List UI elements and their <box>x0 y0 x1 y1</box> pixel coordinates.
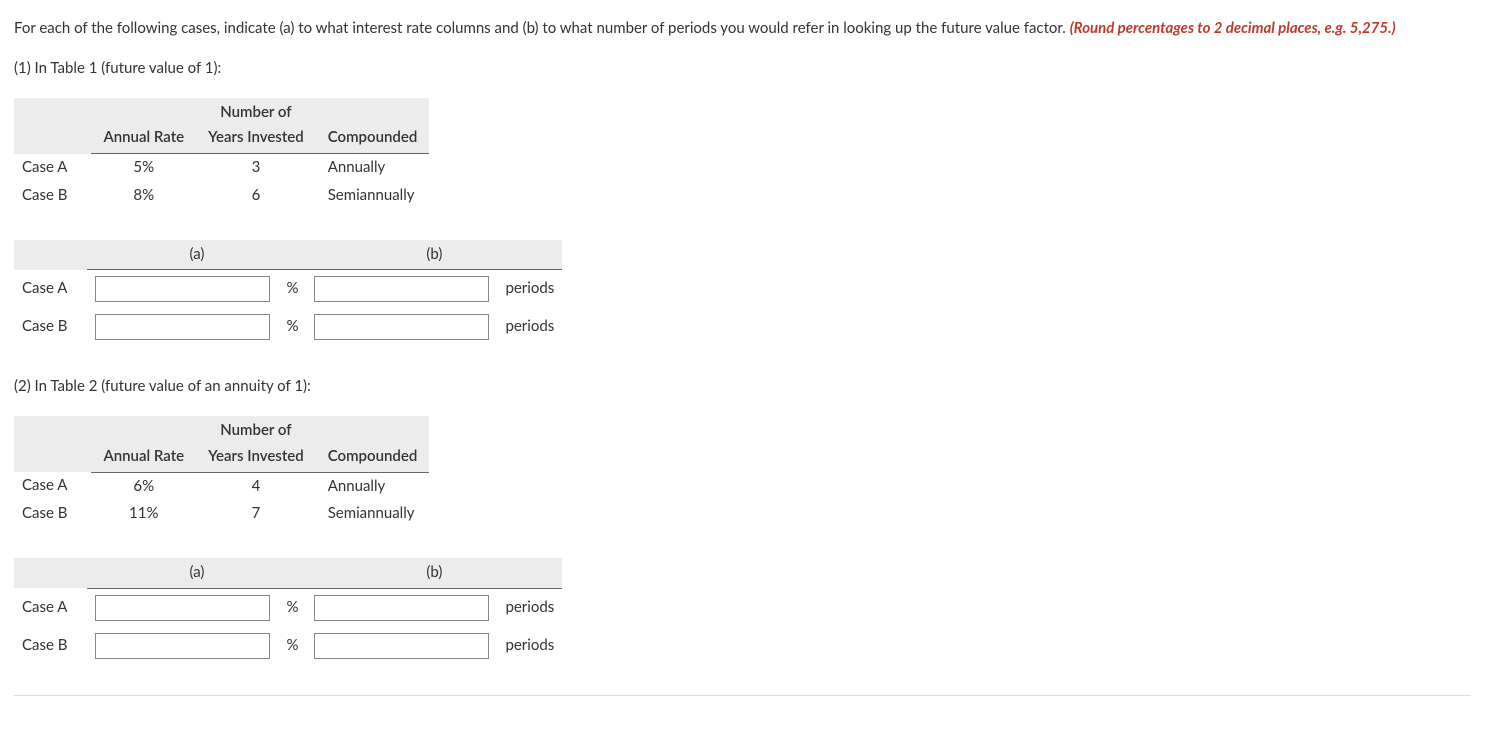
case-label: Case B <box>14 182 91 210</box>
annual-rate-header: Annual Rate <box>91 442 196 472</box>
part2-label-text: (2) In Table 2 (future value of an annui… <box>14 377 311 395</box>
years-cell: 7 <box>196 500 316 528</box>
percent-unit: % <box>278 588 306 627</box>
part1-given-table: Number of Annual Rate Years Invested Com… <box>14 98 429 210</box>
case-label: Case A <box>14 270 87 309</box>
part2-answer-table: (a) (b) Case A % periods Case B % period <box>14 558 562 665</box>
table-row: Case B 11% 7 Semiannually <box>14 500 429 528</box>
periods-input-cell <box>306 308 497 346</box>
years-cell: 6 <box>196 182 316 210</box>
part1-answer-table: (a) (b) Case A % periods Case B % period <box>14 240 562 347</box>
part1-label: (1) In Table 1 (future value of 1): <box>14 58 1471 80</box>
percent-unit: % <box>278 308 306 346</box>
periods-input-cell <box>306 270 497 309</box>
compounded-cell: Semiannually <box>316 182 430 210</box>
case-b-rate-input[interactable] <box>95 633 270 659</box>
blank-header <box>14 240 87 270</box>
case-label: Case A <box>14 588 87 627</box>
compounded-header: Compounded <box>316 442 430 472</box>
rate-input-cell <box>87 308 278 346</box>
compounded-header: Compounded <box>316 123 430 153</box>
case-b-periods-input[interactable] <box>314 314 489 340</box>
compounded-cell: Annually <box>316 154 430 182</box>
rate-cell: 5% <box>91 154 196 182</box>
case-a-rate-input[interactable] <box>95 595 270 621</box>
answer-row: Case B % periods <box>14 308 562 346</box>
answer-row: Case B % periods <box>14 627 562 665</box>
case-a-periods-input[interactable] <box>314 276 489 302</box>
rate-input-cell <box>87 588 278 627</box>
rate-input-cell <box>87 270 278 309</box>
percent-unit: % <box>278 270 306 309</box>
table-row: Case A 6% 4 Annually <box>14 472 429 500</box>
blank-header <box>14 558 87 588</box>
part1-label-text: (1) In Table 1 (future value of 1): <box>14 59 221 77</box>
periods-unit: periods <box>497 588 562 627</box>
percent-unit: % <box>278 627 306 665</box>
blank-header <box>91 98 196 124</box>
number-of-header: Number of <box>196 98 316 124</box>
case-a-rate-input[interactable] <box>95 276 270 302</box>
compounded-cell: Semiannually <box>316 500 430 528</box>
part2-given-table: Number of Annual Rate Years Invested Com… <box>14 416 429 528</box>
instruction-hint: (Round percentages to 2 decimal places, … <box>1070 19 1396 37</box>
annual-rate-header: Annual Rate <box>91 123 196 153</box>
years-invested-header: Years Invested <box>196 442 316 472</box>
case-label: Case B <box>14 627 87 665</box>
case-label: Case A <box>14 154 91 182</box>
col-b-header: (b) <box>306 558 562 588</box>
rate-input-cell <box>87 627 278 665</box>
rate-cell: 8% <box>91 182 196 210</box>
col-b-header: (b) <box>306 240 562 270</box>
periods-unit: periods <box>497 308 562 346</box>
instruction-text: For each of the following cases, indicat… <box>14 18 1471 40</box>
blank-header <box>14 123 91 153</box>
blank-header <box>14 98 91 124</box>
part2-label: (2) In Table 2 (future value of an annui… <box>14 376 1471 398</box>
case-b-rate-input[interactable] <box>95 314 270 340</box>
answer-row: Case A % periods <box>14 588 562 627</box>
case-b-periods-input[interactable] <box>314 633 489 659</box>
blank-header <box>316 98 430 124</box>
blank-header <box>316 416 430 442</box>
periods-unit: periods <box>497 627 562 665</box>
col-a-header: (a) <box>87 240 306 270</box>
case-a-periods-input[interactable] <box>314 595 489 621</box>
col-a-header: (a) <box>87 558 306 588</box>
years-cell: 4 <box>196 472 316 500</box>
periods-input-cell <box>306 588 497 627</box>
case-label: Case A <box>14 472 91 500</box>
blank-header <box>14 442 91 472</box>
periods-unit: periods <box>497 270 562 309</box>
case-label: Case B <box>14 500 91 528</box>
answer-row: Case A % periods <box>14 270 562 309</box>
rate-cell: 6% <box>91 472 196 500</box>
blank-header <box>91 416 196 442</box>
rate-cell: 11% <box>91 500 196 528</box>
number-of-header: Number of <box>196 416 316 442</box>
years-invested-header: Years Invested <box>196 123 316 153</box>
table-row: Case A 5% 3 Annually <box>14 154 429 182</box>
periods-input-cell <box>306 627 497 665</box>
table-row: Case B 8% 6 Semiannually <box>14 182 429 210</box>
case-label: Case B <box>14 308 87 346</box>
compounded-cell: Annually <box>316 472 430 500</box>
divider <box>14 695 1471 696</box>
instruction-main: For each of the following cases, indicat… <box>14 19 1070 37</box>
years-cell: 3 <box>196 154 316 182</box>
blank-header <box>14 416 91 442</box>
